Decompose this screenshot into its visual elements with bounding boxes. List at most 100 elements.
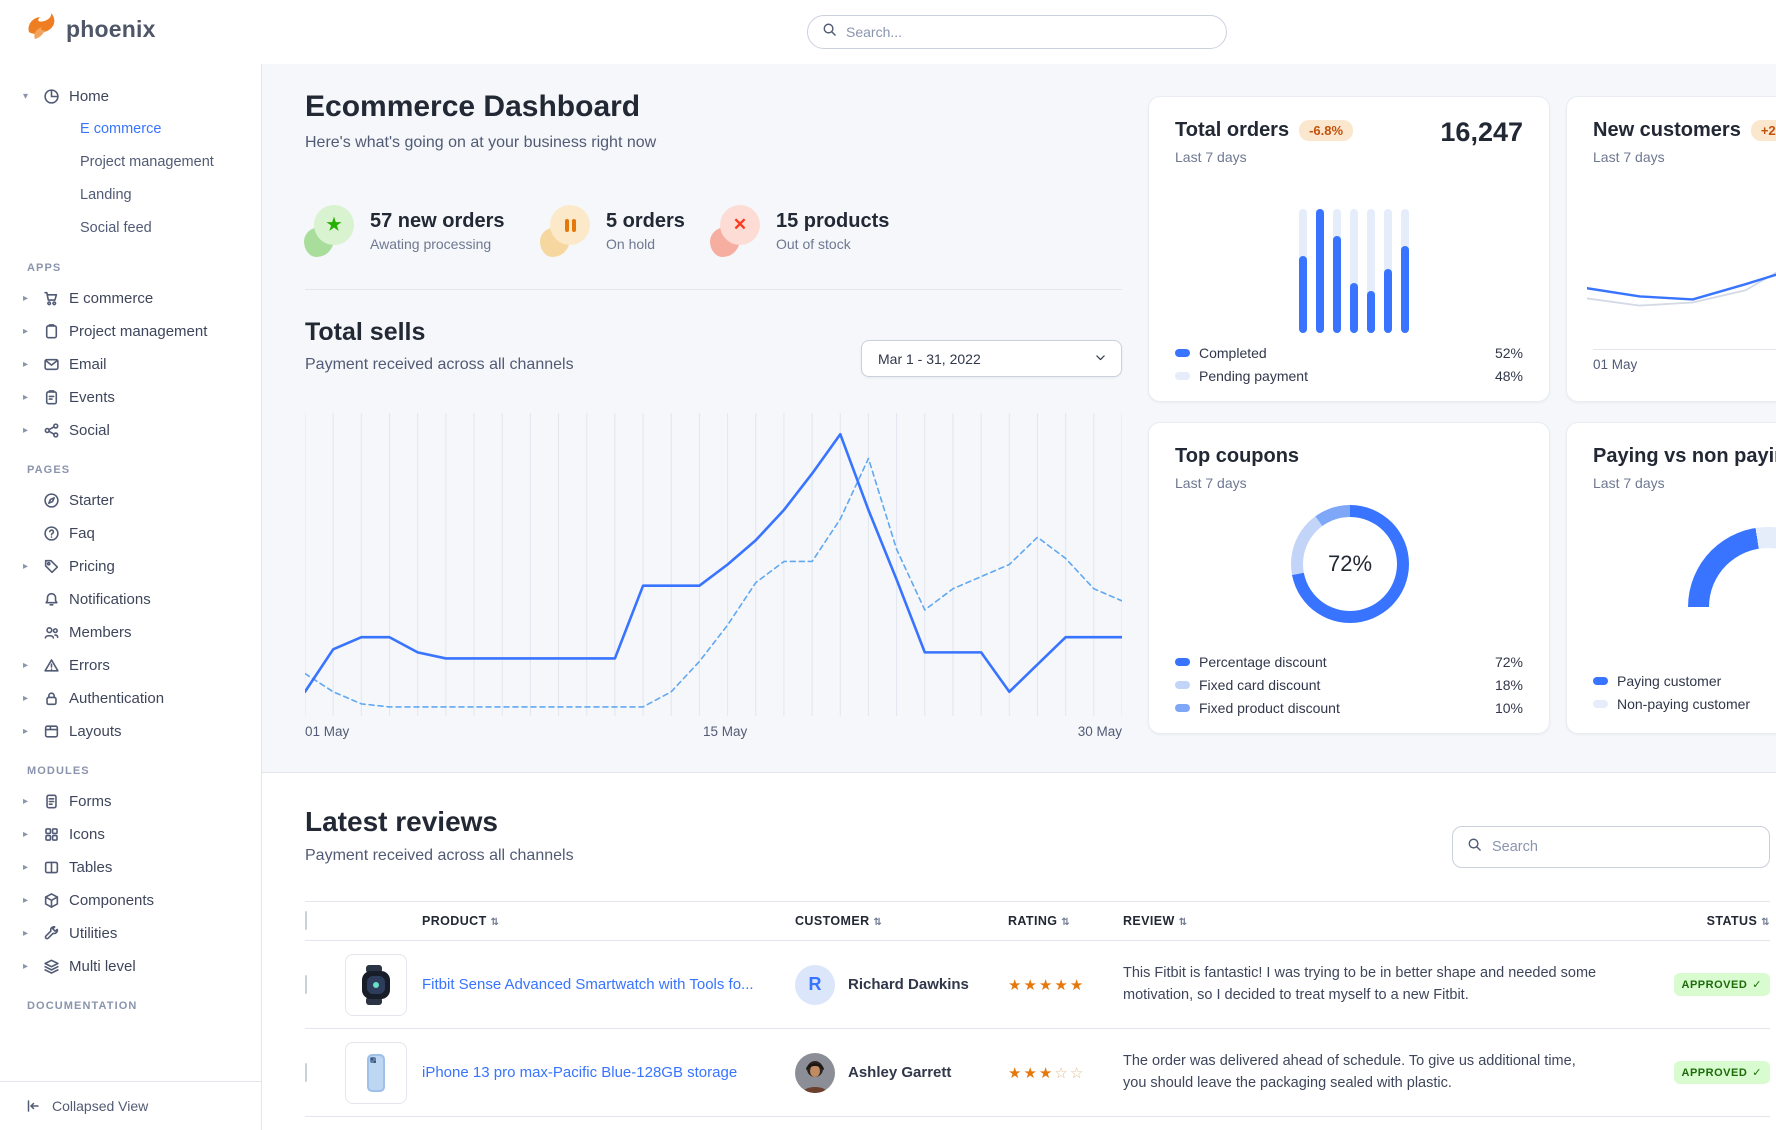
legend-label: Pending payment [1199, 368, 1308, 384]
file-icon [43, 793, 60, 810]
sidebar-item-faq[interactable]: Faq [0, 517, 261, 550]
sidebar-item-multi-level[interactable]: Multi level [0, 950, 261, 983]
sidebar-item-tables[interactable]: Tables [0, 851, 261, 884]
column-header-customer[interactable]: CUSTOMER [795, 914, 1008, 928]
sidebar-item-social[interactable]: Social [0, 414, 261, 447]
change-badge: +26.5% [1751, 120, 1776, 141]
date-range-select[interactable]: Mar 1 - 31, 2022 [861, 340, 1122, 377]
sidebar-item-label: Authentication [69, 690, 164, 707]
legend-label: Non-paying customer [1617, 696, 1750, 712]
legend-row: Fixed product discount 10% [1175, 698, 1523, 717]
sidebar-item-home[interactable]: Home [0, 80, 261, 113]
brand-logo[interactable]: phoenix [26, 12, 156, 47]
sidebar-item-label: Forms [69, 793, 112, 810]
total-sells-subtitle: Payment received across all channels [305, 356, 574, 374]
sidebar-item-authentication[interactable]: Authentication [0, 682, 261, 715]
sidebar-item-members[interactable]: Members [0, 616, 261, 649]
legend-swatch [1175, 658, 1190, 666]
select-all-checkbox[interactable] [305, 911, 307, 930]
date-range-value: Mar 1 - 31, 2022 [878, 351, 1094, 367]
legend-swatch [1593, 700, 1608, 708]
total-orders-card: Total orders -6.8% Last 7 days 16,247 Co… [1148, 96, 1550, 402]
xtick: 01 May [1593, 357, 1637, 372]
search-icon [1467, 837, 1482, 857]
sidebar-item-label: Home [69, 88, 109, 105]
global-search-input[interactable] [846, 24, 1212, 40]
row-checkbox[interactable] [305, 975, 307, 994]
legend-value: 72% [1495, 654, 1523, 670]
legend-label: Paying customer [1617, 673, 1721, 689]
reviews-search [1452, 826, 1770, 868]
customer-name: Ashley Garrett [848, 1064, 951, 1081]
sidebar-item-icons[interactable]: Icons [0, 818, 261, 851]
legend-label: Fixed product discount [1199, 700, 1340, 716]
total-sells-title: Total sells [305, 318, 425, 347]
sidebar-item-pricing[interactable]: Pricing [0, 550, 261, 583]
card-period: Last 7 days [1175, 475, 1247, 491]
product-link[interactable]: iPhone 13 pro max-Pacific Blue-128GB sto… [422, 1064, 795, 1081]
column-header-review[interactable]: REVIEW [1123, 914, 1668, 928]
sidebar-item-layouts[interactable]: Layouts [0, 715, 261, 748]
divider [1593, 349, 1776, 350]
column-header-status[interactable]: STATUS [1668, 914, 1770, 928]
paying-gauge-chart [1688, 527, 1776, 609]
sidebar-item-forms[interactable]: Forms [0, 785, 261, 818]
stat-new-orders: ★ 57 new orders Awating processing [304, 202, 505, 260]
sidebar-item-project-management-page[interactable]: Project management [0, 146, 261, 179]
column-header-product[interactable]: PRODUCT [422, 914, 795, 928]
sidebar-item-starter[interactable]: Starter [0, 484, 261, 517]
pause-icon [540, 205, 590, 257]
legend-row: Completed 52% [1175, 343, 1523, 362]
sidebar-item-ecommerce-page[interactable]: E commerce [0, 113, 261, 146]
avatar: R [795, 965, 835, 1005]
stat-sub: Awating processing [370, 236, 505, 252]
sidebar-item-ecommerce[interactable]: E commerce [0, 282, 261, 315]
bell-icon [43, 591, 60, 608]
row-checkbox[interactable] [305, 1063, 307, 1082]
table-row: iPhone 13 pro max-Pacific Blue-128GB sto… [305, 1029, 1770, 1117]
sidebar-section-apps: APPS [0, 262, 261, 274]
collapse-sidebar-toggle[interactable]: Collapsed View [0, 1081, 261, 1130]
sidebar-item-events[interactable]: Events [0, 381, 261, 414]
sidebar-item-components[interactable]: Components [0, 884, 261, 917]
share-icon [43, 422, 60, 439]
sidebar-item-errors[interactable]: Errors [0, 649, 261, 682]
envelope-icon [43, 356, 60, 373]
card-period: Last 7 days [1593, 475, 1665, 491]
sidebar: Home E commerce Project management Landi… [0, 64, 262, 1130]
table-icon [43, 859, 60, 876]
sidebar-item-label: Multi level [69, 958, 136, 975]
top-navbar: phoenix [0, 0, 1776, 64]
product-link[interactable]: Fitbit Sense Advanced Smartwatch with To… [422, 976, 795, 993]
legend-swatch [1175, 681, 1190, 689]
legend-swatch [1175, 704, 1190, 712]
legend-label: Percentage discount [1199, 654, 1327, 670]
lock-icon [43, 690, 60, 707]
reviews-search-input[interactable] [1492, 839, 1755, 855]
caret-right-icon [23, 392, 34, 403]
legend-label: Completed [1199, 345, 1267, 361]
sidebar-section-documentation: DOCUMENTATION [0, 1000, 261, 1012]
customer-cell: R Richard Dawkins [795, 965, 1008, 1005]
sidebar-item-label: Members [69, 624, 132, 641]
card-period: Last 7 days [1593, 149, 1665, 165]
stat-sub: On hold [606, 236, 685, 252]
sidebar-item-email[interactable]: Email [0, 348, 261, 381]
sidebar-item-social-feed-page[interactable]: Social feed [0, 212, 261, 245]
stat-on-hold: 5 orders On hold [540, 202, 685, 260]
review-text: This Fitbit is fantastic! I was trying t… [1123, 963, 1603, 1005]
card-title: Top coupons [1175, 445, 1299, 468]
status-badge: APPROVED [1674, 1061, 1770, 1084]
sidebar-item-utilities[interactable]: Utilities [0, 917, 261, 950]
sidebar-item-landing-page[interactable]: Landing [0, 179, 261, 212]
legend-row: Paying customer [1593, 671, 1776, 690]
sidebar-item-notifications[interactable]: Notifications [0, 583, 261, 616]
legend-label: Fixed card discount [1199, 677, 1320, 693]
caret-right-icon [23, 961, 34, 972]
sidebar-item-project-management[interactable]: Project management [0, 315, 261, 348]
caret-right-icon [23, 726, 34, 737]
column-header-rating[interactable]: RATING [1008, 914, 1123, 928]
review-text: The order was delivered ahead of schedul… [1123, 1051, 1603, 1093]
product-image-smartwatch [345, 954, 407, 1016]
page-title: Ecommerce Dashboard [305, 90, 640, 124]
